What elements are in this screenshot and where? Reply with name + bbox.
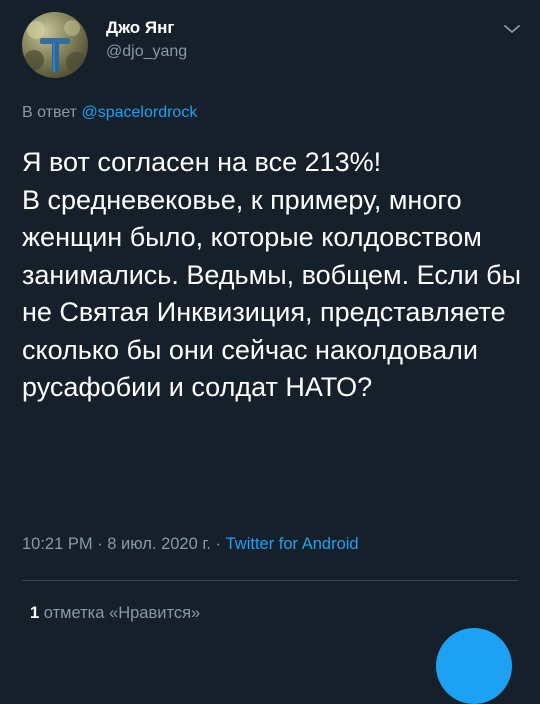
author-handle[interactable]: @djo_yang [106,41,187,63]
compose-button[interactable] [436,628,512,704]
divider [22,580,518,581]
user-info[interactable]: Джо Янг @djo_yang [106,18,187,63]
chevron-down-icon[interactable] [502,22,522,36]
tweet-source-link[interactable]: Twitter for Android [226,535,359,553]
likes-label: отметка «Нравится» [43,604,201,622]
tweet-meta: 10:21 PM · 8 июл. 2020 г. · Twitter for … [22,533,359,555]
tweet-timestamp[interactable]: 10:21 PM · 8 июл. 2020 г. · [22,535,221,553]
author-display-name[interactable]: Джо Янг [106,18,187,38]
reply-prefix: В ответ [22,104,78,121]
avatar[interactable] [22,12,88,78]
reply-context: В ответ @spacelordrock [22,103,197,123]
tweet-header: Джо Янг @djo_yang [22,12,522,82]
likes-count: 1 [30,604,40,622]
tweet-text: Я вот согласен на все 213%! В средневеко… [22,147,522,402]
avatar-image [24,20,86,72]
tweet-detail: Джо Янг @djo_yang В ответ @spacelordrock… [0,0,540,704]
likes-stat[interactable]: 1 отметка «Нравится» [30,602,200,624]
reply-mention-link[interactable]: @spacelordrock [81,104,197,121]
